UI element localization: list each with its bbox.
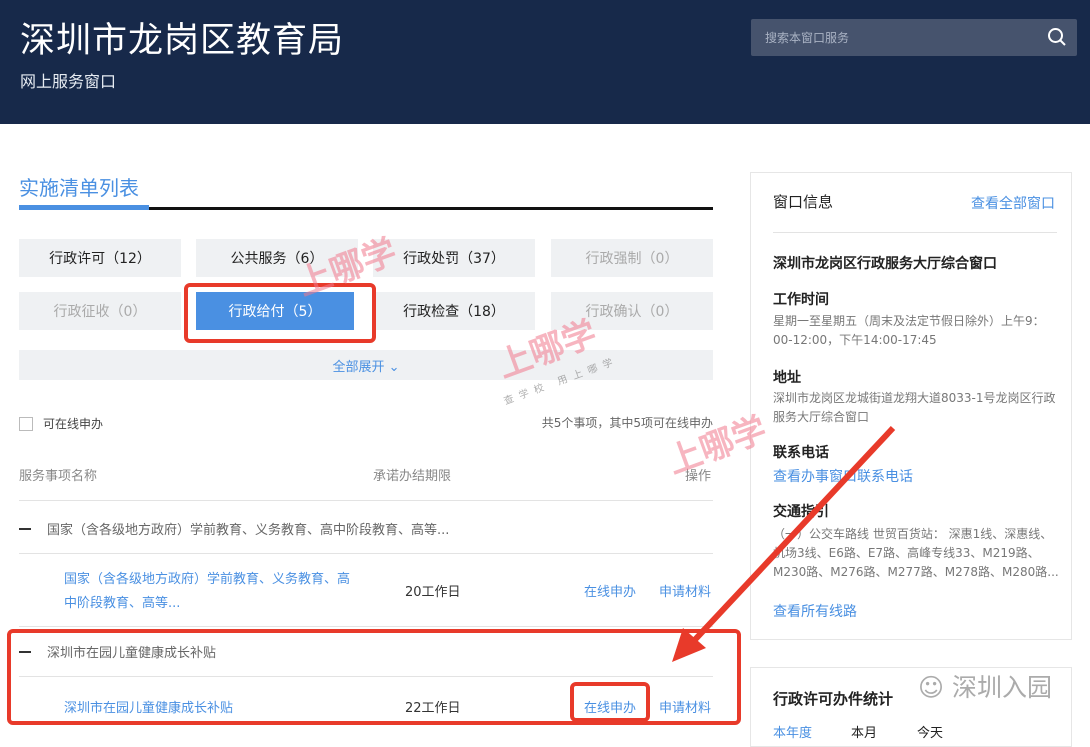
wechat-watermark: ☺ 深圳入园 <box>918 673 1053 702</box>
